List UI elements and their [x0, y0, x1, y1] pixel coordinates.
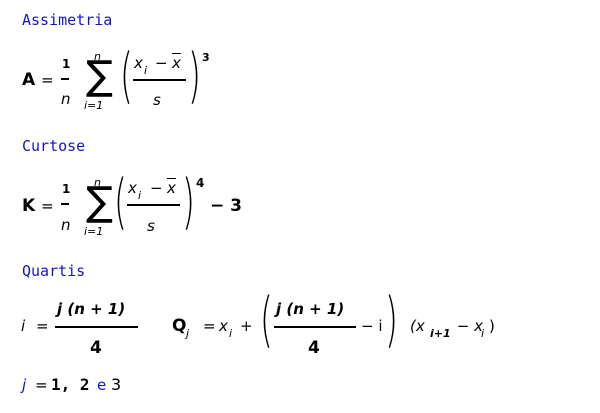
heading-kurtosis: Curtose: [22, 137, 86, 155]
sum-lower: i=1: [84, 225, 104, 238]
heading-skewness: Assimetria: [22, 11, 113, 29]
last-value: 3: [111, 375, 122, 394]
diff-open: (x: [410, 317, 425, 335]
x-var: x: [134, 54, 143, 72]
left-paren: (: [260, 285, 273, 355]
fraction-bar: [274, 326, 356, 328]
x-subscript: i: [229, 327, 233, 340]
sum-lower: i=1: [84, 99, 104, 112]
plus: +: [240, 317, 253, 335]
left-paren: (: [114, 167, 127, 237]
denominator: n: [61, 216, 71, 234]
minus-i: − i: [361, 317, 383, 335]
heading-quartiles: Quartis: [22, 262, 86, 280]
fraction-bar: [55, 326, 138, 328]
numerator: 1: [62, 57, 71, 71]
lhs: Q: [172, 316, 187, 336]
diff-subscript-1: i+1: [430, 327, 451, 340]
minus: −: [150, 179, 163, 197]
x-bar: x: [172, 54, 181, 72]
j-var: j: [22, 376, 27, 394]
right-paren: ): [188, 41, 201, 111]
equals: =: [41, 71, 54, 89]
fraction-bar: [61, 78, 69, 80]
and-word: e: [97, 376, 107, 394]
sigma-symbol: ∑: [86, 53, 113, 99]
lhs-subscript: j: [186, 327, 190, 340]
exponent: 4: [196, 176, 205, 190]
denominator-s: s: [147, 217, 155, 235]
right-paren: ): [385, 285, 398, 355]
numerator: j (n + 1): [57, 300, 126, 318]
denominator: n: [61, 90, 71, 108]
x-bar: x: [167, 179, 176, 197]
fraction-bar: [61, 203, 69, 205]
x-subscript: i: [138, 189, 142, 202]
x-var: x: [128, 179, 137, 197]
left-paren: (: [120, 41, 133, 111]
values: 1, 2: [51, 375, 90, 394]
diff-mid: − x: [452, 317, 483, 335]
denominator: 4: [90, 338, 102, 358]
denominator: 4: [308, 338, 320, 358]
equals: =: [36, 317, 49, 335]
right-paren: ): [182, 167, 195, 237]
denominator-s: s: [153, 91, 161, 109]
fraction-bar: [133, 79, 186, 81]
exponent: 3: [202, 51, 210, 64]
sigma-symbol: ∑: [86, 179, 113, 225]
x-var: x: [219, 317, 228, 335]
numerator: 1: [62, 182, 71, 196]
equals: =: [41, 197, 54, 215]
x-subscript: i: [144, 64, 148, 77]
diff-close: ): [489, 317, 495, 335]
minus-three: − 3: [210, 196, 242, 216]
lhs: A: [22, 70, 36, 90]
equals: =: [203, 317, 216, 335]
equals: =: [35, 376, 48, 394]
minus: −: [155, 54, 168, 72]
diff-subscript-2: i: [481, 327, 485, 340]
numerator: j (n + 1): [276, 300, 345, 318]
lhs: i: [21, 317, 26, 335]
lhs: K: [22, 196, 36, 216]
fraction-bar: [127, 204, 180, 206]
